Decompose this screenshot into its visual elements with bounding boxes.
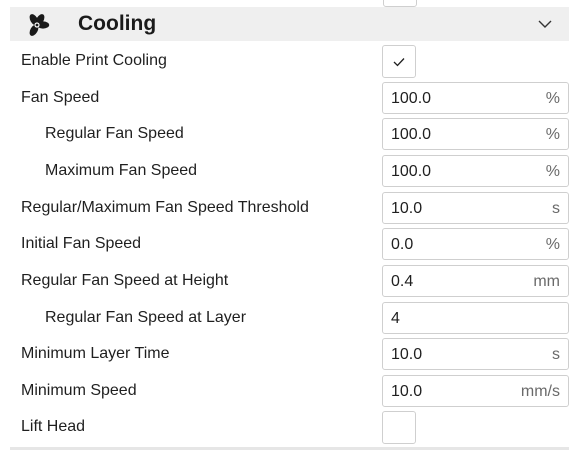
field-unit: s — [552, 200, 560, 217]
enable-print-cooling-checkbox[interactable] — [382, 45, 416, 78]
field-value: 10.0 — [391, 346, 423, 363]
setting-enable-print-cooling: Enable Print Cooling — [0, 45, 572, 78]
field-value: 0.0 — [391, 236, 414, 253]
field-unit: % — [545, 126, 560, 143]
field-unit: % — [545, 163, 560, 180]
setting-label: Lift Head — [21, 418, 86, 435]
setting-maximum-fan-speed: Maximum Fan Speed 100.0 % — [0, 155, 572, 188]
setting-label: Minimum Speed — [21, 382, 137, 399]
setting-regular-fan-speed: Regular Fan Speed 100.0 % — [0, 118, 572, 151]
setting-label: Regular Fan Speed at Height — [21, 272, 229, 289]
regular-fan-speed-field[interactable]: 100.0 % — [382, 118, 569, 150]
field-unit: s — [552, 346, 560, 363]
field-unit: mm/s — [520, 383, 560, 400]
fan-icon — [29, 14, 50, 36]
field-value: 10.0 — [391, 200, 423, 217]
previous-setting-checkbox[interactable] — [383, 0, 417, 7]
section-title: Cooling — [78, 12, 157, 35]
fan-speed-threshold-field[interactable]: 10.0 s — [382, 192, 569, 224]
field-value: 10.0 — [391, 383, 423, 400]
setting-minimum-speed: Minimum Speed 10.0 mm/s — [0, 375, 572, 408]
setting-minimum-layer-time: Minimum Layer Time 10.0 s — [0, 338, 572, 371]
fan-speed-field[interactable]: 100.0 % — [382, 82, 569, 114]
minimum-speed-field[interactable]: 10.0 mm/s — [382, 375, 569, 407]
field-unit: % — [545, 90, 560, 107]
setting-fan-speed-at-layer: Regular Fan Speed at Layer 4 — [0, 302, 572, 335]
checkmark-icon — [393, 58, 405, 67]
minimum-layer-time-field[interactable]: 10.0 s — [382, 338, 569, 370]
setting-fan-speed-threshold: Regular/Maximum Fan Speed Threshold 10.0… — [0, 192, 572, 225]
field-value: 100.0 — [391, 163, 432, 180]
setting-label: Fan Speed — [21, 89, 100, 106]
setting-initial-fan-speed: Initial Fan Speed 0.0 % — [0, 228, 572, 261]
field-unit: mm — [533, 273, 560, 290]
setting-lift-head: Lift Head — [0, 411, 572, 444]
fan-speed-at-height-field[interactable]: 0.4 mm — [382, 265, 569, 297]
setting-label: Regular/Maximum Fan Speed Threshold — [21, 199, 309, 216]
lift-head-checkbox[interactable] — [382, 411, 416, 444]
cooling-section-header[interactable]: Cooling — [10, 7, 569, 41]
setting-label: Regular Fan Speed — [45, 125, 184, 142]
setting-fan-speed-at-height: Regular Fan Speed at Height 0.4 mm — [0, 265, 572, 298]
setting-label: Initial Fan Speed — [21, 235, 142, 252]
initial-fan-speed-field[interactable]: 0.0 % — [382, 228, 569, 260]
field-unit: % — [545, 236, 560, 253]
fan-speed-at-layer-field[interactable]: 4 — [382, 302, 569, 334]
setting-fan-speed: Fan Speed 100.0 % — [0, 82, 572, 115]
field-value: 4 — [391, 310, 400, 327]
chevron-down-icon[interactable] — [537, 18, 553, 30]
setting-label: Regular Fan Speed at Layer — [45, 309, 247, 326]
setting-label: Minimum Layer Time — [21, 345, 170, 362]
field-value: 0.4 — [391, 273, 414, 290]
field-value: 100.0 — [391, 126, 432, 143]
setting-label: Maximum Fan Speed — [45, 162, 198, 179]
setting-label: Enable Print Cooling — [21, 52, 167, 69]
maximum-fan-speed-field[interactable]: 100.0 % — [382, 155, 569, 187]
field-value: 100.0 — [391, 90, 432, 107]
